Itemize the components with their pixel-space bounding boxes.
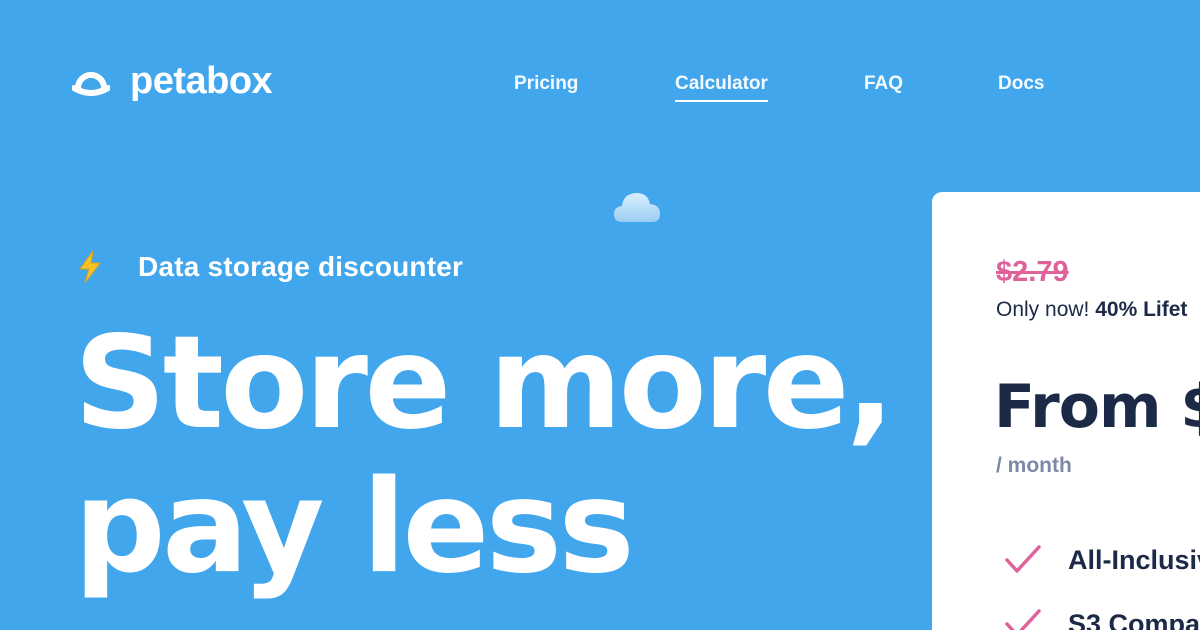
nav-link-docs[interactable]: Docs [998, 70, 1044, 98]
headline-line-1: Store more, [74, 309, 895, 458]
nav-link-calculator[interactable]: Calculator [675, 70, 768, 102]
feature-item: S3 Compa [1004, 608, 1200, 630]
main-nav: Pricing Calculator FAQ Docs [0, 70, 1200, 110]
tagline: Data storage discounter [76, 250, 463, 284]
hero-headline: Store more, pay less [74, 309, 895, 602]
check-icon [1005, 545, 1041, 573]
lightning-bolt-icon [79, 250, 101, 284]
promo-prefix: Only now! [996, 298, 1090, 321]
price-period: / month [996, 454, 1072, 477]
nav-link-faq[interactable]: FAQ [864, 70, 903, 98]
feature-label: S3 Compa [1068, 608, 1200, 630]
cloud-icon [614, 193, 660, 222]
nav-link-pricing[interactable]: Pricing [514, 70, 578, 98]
feature-label: All-Inclusiv [1068, 544, 1200, 575]
from-price: From $ [994, 372, 1200, 442]
headline-line-2: pay less [74, 453, 635, 602]
promo-highlight: 40% Lifet [1095, 298, 1188, 321]
old-price: $2.79 [996, 256, 1069, 288]
feature-item: All-Inclusiv [1004, 544, 1200, 576]
promo-text: Only now! 40% Lifet [996, 298, 1187, 322]
check-icon [1005, 609, 1041, 630]
tagline-text: Data storage discounter [138, 251, 464, 282]
price-card: $2.79 Only now! 40% Lifet From $ / month… [932, 192, 1200, 630]
